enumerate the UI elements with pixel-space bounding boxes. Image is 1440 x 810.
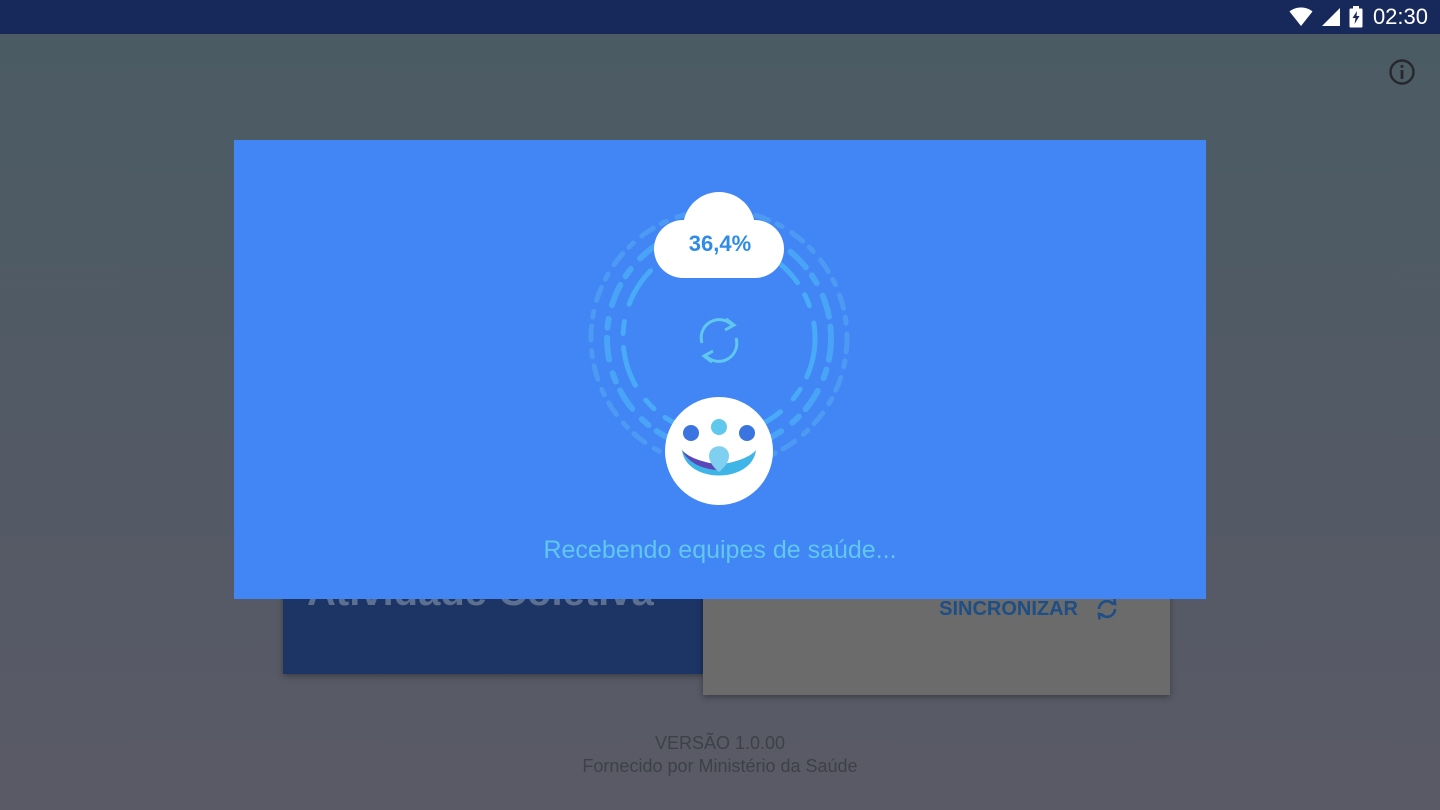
status-icons: 02:30 — [1289, 0, 1428, 34]
sync-icon — [1097, 598, 1117, 620]
info-icon — [1389, 59, 1415, 85]
progress-percentage: 36,4% — [688, 231, 752, 256]
sync-icon — [699, 317, 739, 364]
app-logo — [665, 397, 773, 505]
wifi-icon — [1289, 7, 1313, 26]
provider-text: Fornecido por Ministério da Saúde — [582, 756, 858, 776]
status-bar: 02:30 — [0, 0, 1440, 34]
battery-charging-icon — [1349, 6, 1363, 28]
sync-button[interactable]: SINCRONIZAR — [939, 596, 1120, 622]
version-text: VERSÃO 1.0.00 — [654, 733, 786, 753]
status-clock: 02:30 — [1372, 4, 1428, 29]
footer: VERSÃO 1.0.00 Fornecido por Ministério d… — [0, 732, 1440, 778]
sync-progress-dialog: 36,4% Recebendo equipes de saúde... — [234, 140, 1206, 599]
info-button[interactable] — [1388, 58, 1416, 86]
sync-button-label: SINCRONIZAR — [939, 597, 1078, 620]
signal-icon — [1321, 8, 1340, 26]
sync-status-message: Recebendo equipes de saúde... — [543, 536, 897, 564]
